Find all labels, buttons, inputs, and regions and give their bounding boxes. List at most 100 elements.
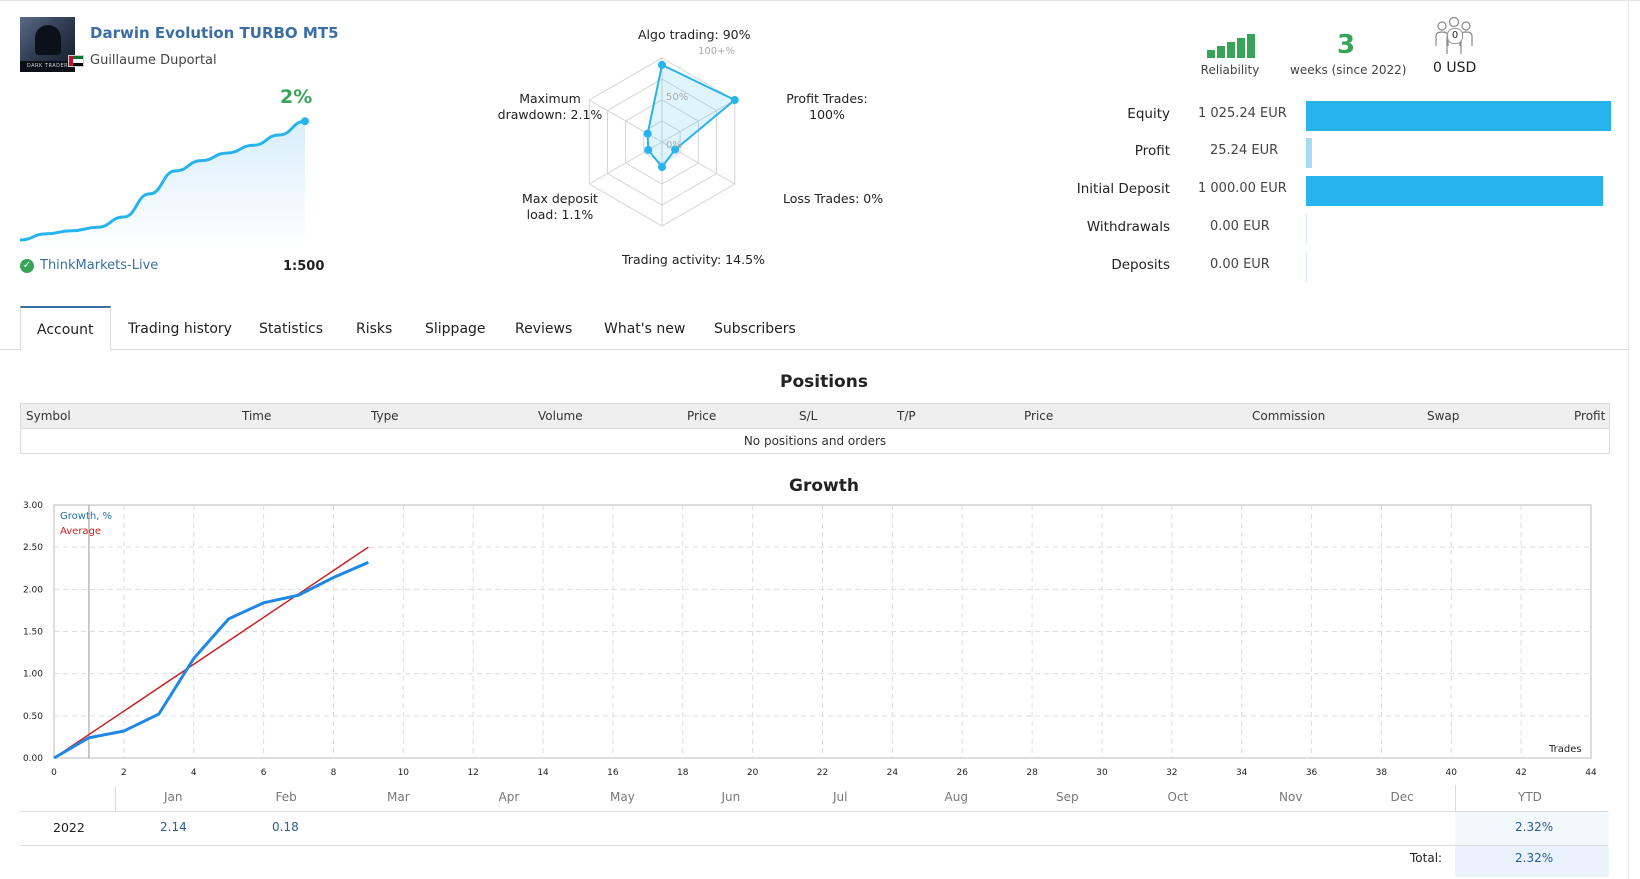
radar-label-drawdown: Maximum drawdown: 2.1% <box>495 91 605 123</box>
total-value: 2.32% <box>1515 851 1554 865</box>
tab-risks[interactable]: Risks <box>356 306 392 349</box>
radar-shape <box>646 63 737 169</box>
positions-empty-message: No positions and orders <box>743 434 887 448</box>
weeks-label: weeks (since 2022) <box>1290 63 1407 77</box>
mini-growth-chart <box>19 117 309 250</box>
radar-point-profit[interactable] <box>730 96 739 104</box>
tab-subscribers[interactable]: Subscribers <box>714 306 796 349</box>
radar-point-activity[interactable] <box>658 163 666 172</box>
x-tick-label: 14 <box>537 768 549 778</box>
col-price[interactable]: Price <box>687 404 716 428</box>
scrollbar-track[interactable] <box>1628 0 1629 879</box>
x-tick-label: 30 <box>1096 768 1108 778</box>
y-tick-label: 1.50 <box>23 628 43 638</box>
tab-reviews[interactable]: Reviews <box>515 306 572 349</box>
tab-statistics[interactable]: Statistics <box>259 306 323 349</box>
x-tick-label: 32 <box>1166 768 1177 778</box>
signal-avatar[interactable]: DARK TRADER <box>20 17 75 72</box>
balance-label-equity: Equity <box>1127 106 1170 122</box>
radar-label-activity: Trading activity: 14.5% <box>622 252 765 267</box>
x-tick-label: 2 <box>121 768 127 778</box>
y-tick-label: 2.00 <box>23 585 43 595</box>
radar-chart: 100+% 50% 0% <box>588 46 739 227</box>
x-tick-label: 24 <box>887 768 899 778</box>
tab-trading-history[interactable]: Trading history <box>128 306 232 349</box>
legend-growth: Growth, % <box>60 511 112 522</box>
radar-label-loss: Loss Trades: 0% <box>783 191 884 206</box>
x-tick-label: 6 <box>261 768 267 778</box>
x-tick-label: 26 <box>957 768 969 778</box>
month-label-oct: Oct <box>1167 790 1189 804</box>
reliability-bar <box>1207 50 1215 58</box>
year-col-divider <box>115 786 117 812</box>
balance-label-initial-deposit: Initial Deposit <box>1076 181 1170 197</box>
y-tick-label: 3.00 <box>23 501 43 511</box>
balance-bar-deposits <box>1306 252 1307 282</box>
balance-value-initial-deposit: 1 000.00 EUR <box>1198 181 1287 196</box>
x-tick-label: 18 <box>677 768 689 778</box>
col-tp[interactable]: T/P <box>897 404 916 428</box>
month-label-mar: Mar <box>387 790 410 804</box>
radar-label-profit: Profit Trades: 100% <box>782 91 872 123</box>
balance-value-equity: 1 025.24 EUR <box>1198 106 1287 121</box>
year-label: 2022 <box>53 820 85 835</box>
month-label-feb: Feb <box>275 790 297 804</box>
avatar-caption: DARK TRADER <box>20 61 75 72</box>
col-sl[interactable]: S/L <box>799 404 817 428</box>
tab-slippage[interactable]: Slippage <box>425 306 486 349</box>
months-header-row <box>20 785 1608 812</box>
col-type[interactable]: Type <box>371 404 399 428</box>
radar-label-algo: Algo trading: 90% <box>638 27 751 42</box>
tabs-baseline <box>0 349 1628 350</box>
radar-point-algo[interactable] <box>658 60 666 69</box>
col-swap[interactable]: Swap <box>1427 404 1459 428</box>
month-value-feb[interactable]: 0.18 <box>272 820 299 834</box>
x-tick-label: 28 <box>1026 768 1038 778</box>
x-tick-label: 0 <box>51 768 57 778</box>
growth-chart: 0.000.501.001.502.002.503.00 0 2 4 6 8 10 12 14… <box>23 501 1597 778</box>
broker-name[interactable]: ThinkMarkets-Live <box>40 258 158 273</box>
x-tick-label: 44 <box>1585 768 1597 778</box>
x-tick-label: 34 <box>1236 768 1248 778</box>
radar-label-drawdown-line2: drawdown: 2.1% <box>497 107 603 122</box>
radar-scale-top: 100+% <box>698 46 735 57</box>
balance-value-withdrawals: 0.00 EUR <box>1210 219 1270 234</box>
x-tick-label: 38 <box>1376 768 1388 778</box>
month-label-jul: Jul <box>833 790 848 804</box>
radar-point-drawdown[interactable] <box>643 129 652 138</box>
col-symbol[interactable]: Symbol <box>26 404 71 428</box>
y-tick-label: 0.50 <box>23 712 43 722</box>
subscribers-badge: 0 <box>1447 28 1463 44</box>
balance-value-deposits: 0.00 EUR <box>1210 257 1270 272</box>
month-label-jan: Jan <box>164 790 183 804</box>
reliability-bars-icon <box>1207 34 1255 58</box>
balance-value-profit: 25.24 EUR <box>1210 143 1279 158</box>
radar-label-profit-line2: 100% <box>809 107 845 122</box>
y-tick-label: 1.00 <box>23 670 43 680</box>
col-price-current[interactable]: Price <box>1024 404 1053 428</box>
x-tick-label: 20 <box>747 768 759 778</box>
col-profit[interactable]: Profit <box>1574 404 1605 428</box>
legend-average: Average <box>60 526 101 537</box>
signal-title[interactable]: Darwin Evolution TURBO MT5 <box>90 24 339 42</box>
tab-account[interactable]: Account <box>20 306 111 351</box>
month-label-nov: Nov <box>1279 790 1303 804</box>
x-tick-label: 42 <box>1515 768 1526 778</box>
ytd-value: 2.32% <box>1515 820 1554 834</box>
x-tick-label: 16 <box>607 768 619 778</box>
col-volume[interactable]: Volume <box>538 404 583 428</box>
col-commission[interactable]: Commission <box>1252 404 1325 428</box>
subscription-price: 0 USD <box>1433 60 1477 76</box>
month-value-jan[interactable]: 2.14 <box>160 820 187 834</box>
reliability-label: Reliability <box>1200 63 1260 77</box>
broker-link[interactable]: ✓ ThinkMarkets-Live <box>20 258 158 273</box>
avatar-figure <box>35 25 61 55</box>
reliability-bar <box>1227 42 1235 58</box>
x-axis-label: Trades <box>1548 744 1582 755</box>
x-tick-label: 36 <box>1306 768 1318 778</box>
col-time[interactable]: Time <box>242 404 271 428</box>
tab-whats-new[interactable]: What's new <box>604 306 685 349</box>
radar-point-deposit-load[interactable] <box>644 145 653 154</box>
ytd-label: YTD <box>1518 790 1542 804</box>
signal-author[interactable]: Guillaume Duportal <box>90 53 217 68</box>
